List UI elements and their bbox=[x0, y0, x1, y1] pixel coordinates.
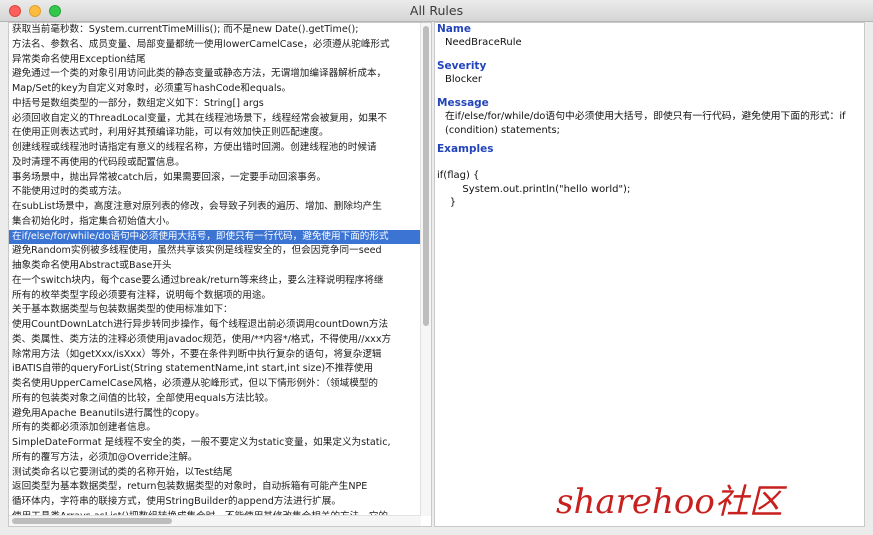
rule-list-item[interactable]: 在subList场景中，高度注意对原列表的修改，会导致子列表的遍历、增加、删除均… bbox=[9, 200, 421, 215]
rule-list-item[interactable]: 事务场景中，抛出异常被catch后，如果需要回滚，一定要手动回滚事务。 bbox=[9, 171, 421, 186]
rule-list-item[interactable]: 测试类命名以它要测试的类的名称开始，以Test结尾 bbox=[9, 466, 421, 481]
rules-list-horizontal-scrollbar[interactable] bbox=[9, 515, 421, 526]
rule-list-item[interactable]: 循环体内，字符串的联接方式，使用StringBuilder的append方法进行… bbox=[9, 495, 421, 510]
rule-list-item[interactable]: 异常类命名使用Exception结尾 bbox=[9, 53, 421, 68]
rule-list-item[interactable]: 所有的包装类对象之间值的比较，全部使用equals方法比较。 bbox=[9, 392, 421, 407]
rule-list-item[interactable]: 所有的类都必须添加创建者信息。 bbox=[9, 421, 421, 436]
all-rules-window: All Rules 获取当前毫秒数：System.currentTimeMill… bbox=[0, 0, 873, 535]
rule-list-item[interactable]: Map/Set的key为自定义对象时，必须重写hashCode和equals。 bbox=[9, 82, 421, 97]
rule-list-item[interactable]: 所有的枚举类型字段必须要有注释，说明每个数据项的用途。 bbox=[9, 289, 421, 304]
rule-list-item[interactable]: 及时清理不再使用的代码段或配置信息。 bbox=[9, 156, 421, 171]
rule-list-item[interactable]: 除常用方法（如getXxx/isXxx）等外，不要在条件判断中执行复杂的语句，将… bbox=[9, 348, 421, 363]
rule-list-item[interactable]: 类、类属性、类方法的注释必须使用javadoc规范，使用/**内容*/格式，不得… bbox=[9, 333, 421, 348]
severity-heading: Severity bbox=[437, 60, 487, 72]
name-heading: Name bbox=[437, 23, 471, 35]
rules-list-pane: 获取当前毫秒数：System.currentTimeMillis(); 而不是n… bbox=[8, 22, 432, 527]
title-bar[interactable]: All Rules bbox=[0, 0, 873, 22]
rule-list-item[interactable]: 在使用正则表达式时，利用好其预编译功能，可以有效加快正则匹配速度。 bbox=[9, 126, 421, 141]
rule-list-item-selected[interactable]: 在if/else/for/while/do语句中必须使用大括号，即使只有一行代码… bbox=[9, 229, 421, 245]
rule-list-item[interactable]: 抽象类命名使用Abstract或Base开头 bbox=[9, 259, 421, 274]
rule-list-item[interactable]: 中括号是数组类型的一部分，数组定义如下：String[] args bbox=[9, 97, 421, 112]
rule-list-item[interactable]: 获取当前毫秒数：System.currentTimeMillis(); 而不是n… bbox=[9, 23, 421, 38]
rule-list-item[interactable]: 所有的覆写方法，必须加@Override注解。 bbox=[9, 451, 421, 466]
rule-list-item[interactable]: 方法名、参数名、成员变量、局部变量都统一使用lowerCamelCase，必须遵… bbox=[9, 38, 421, 53]
rule-list-item[interactable]: 不能使用过时的类或方法。 bbox=[9, 185, 421, 200]
message-heading: Message bbox=[437, 97, 489, 109]
rule-list-item[interactable]: 使用CountDownLatch进行异步转同步操作，每个线程退出前必须调用cou… bbox=[9, 318, 421, 333]
example-code: if(flag) { System.out.println("hello wor… bbox=[437, 170, 631, 208]
rule-detail-pane: Name NeedBraceRule Severity Blocker Mess… bbox=[434, 22, 865, 527]
message-value: 在if/else/for/while/do语句中必须使用大括号，即使只有一行代码… bbox=[445, 111, 846, 136]
rule-list-item[interactable]: 返回类型为基本数据类型，return包装数据类型的对象时，自动拆箱有可能产生NP… bbox=[9, 480, 421, 495]
rule-list-item[interactable]: 关于基本数据类型与包装数据类型的使用标准如下： bbox=[9, 303, 421, 318]
rule-list-item[interactable]: 在一个switch块内，每个case要么通过break/return等来终止，要… bbox=[9, 274, 421, 289]
rule-list-item[interactable]: 类名使用UpperCamelCase风格，必须遵从驼峰形式，但以下情形例外：（领… bbox=[9, 377, 421, 392]
rule-name-value: NeedBraceRule bbox=[445, 37, 522, 48]
rule-list-item[interactable]: 必须回收自定义的ThreadLocal变量，尤其在线程池场景下，线程经常会被复用… bbox=[9, 112, 421, 127]
rule-list-item[interactable]: iBATIS自带的queryForList(String statementNa… bbox=[9, 362, 421, 377]
rule-list-item[interactable]: 创建线程或线程池时请指定有意义的线程名称，方便出错时回溯。创建线程池的时候请 bbox=[9, 141, 421, 156]
rule-list-item[interactable]: 避免用Apache Beanutils进行属性的copy。 bbox=[9, 407, 421, 422]
rule-list-item[interactable]: 避免通过一个类的对象引用访问此类的静态变量或静态方法，无谓增加编译器解析成本， bbox=[9, 67, 421, 82]
rule-list-item[interactable]: 集合初始化时，指定集合初始值大小。 bbox=[9, 215, 421, 230]
severity-value: Blocker bbox=[445, 74, 482, 85]
rules-list[interactable]: 获取当前毫秒数：System.currentTimeMillis(); 而不是n… bbox=[9, 23, 421, 516]
vertical-scroll-thumb[interactable] bbox=[423, 26, 429, 326]
rules-list-vertical-scrollbar[interactable] bbox=[420, 23, 431, 516]
rule-list-item[interactable]: SimpleDateFormat 是线程不安全的类，一般不要定义为static变… bbox=[9, 436, 421, 451]
rule-detail: Name NeedBraceRule Severity Blocker Mess… bbox=[437, 23, 860, 210]
examples-heading: Examples bbox=[437, 143, 494, 155]
window-title: All Rules bbox=[409, 3, 464, 18]
watermark-logo: sharehoo社区 bbox=[556, 482, 783, 522]
horizontal-scroll-thumb[interactable] bbox=[12, 518, 172, 524]
rule-list-item[interactable]: 避免Random实例被多线程使用，虽然共享该实例是线程安全的，但会因竞争同一se… bbox=[9, 244, 421, 259]
